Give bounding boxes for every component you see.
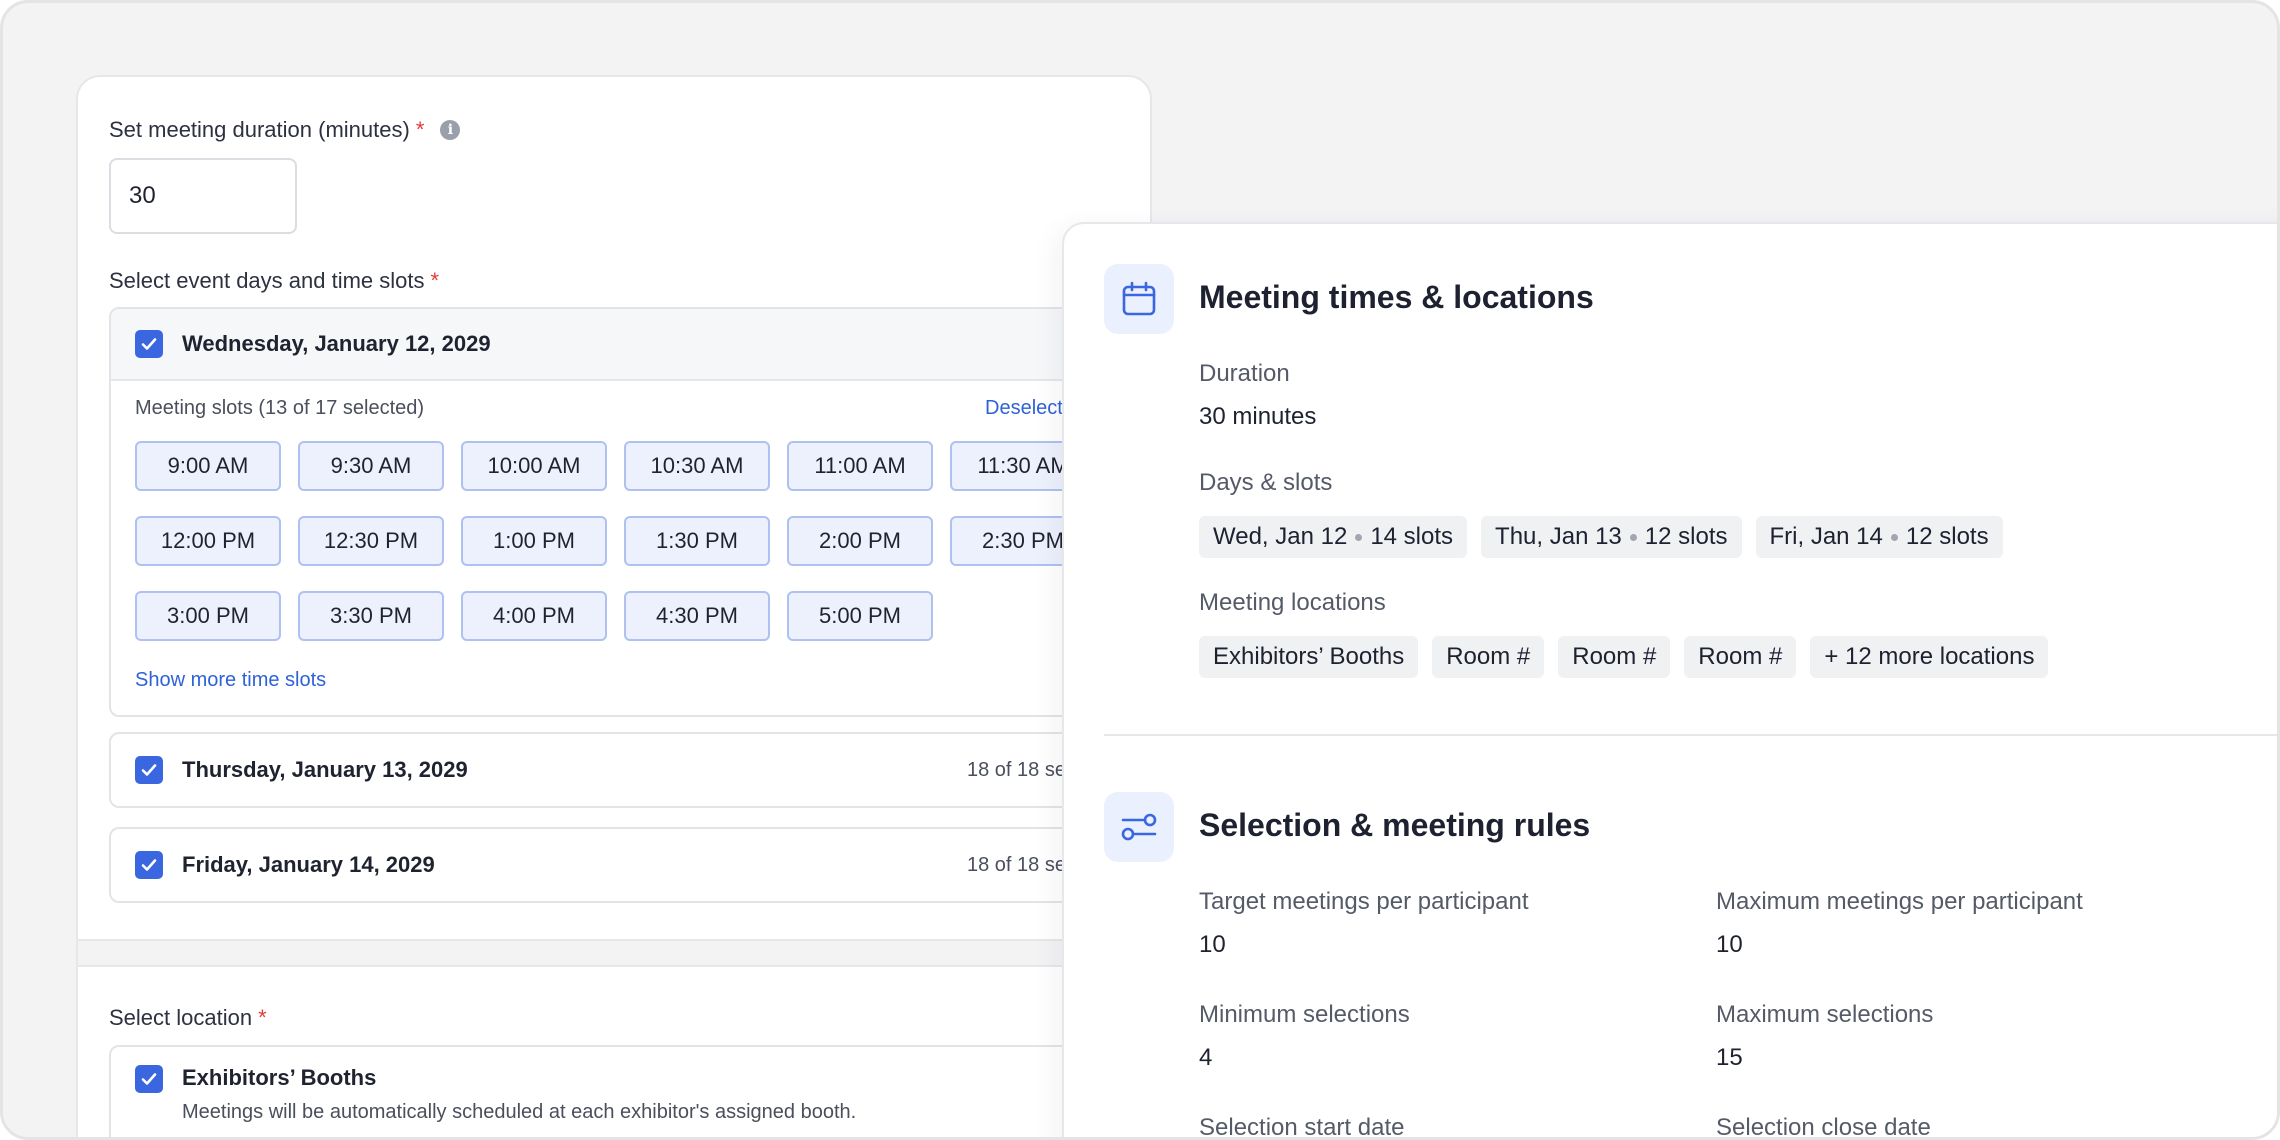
location-option-exhibitors-booths[interactable]: Exhibitors’ Booths Meetings will be auto…: [109, 1045, 1179, 1137]
location-label: Select location *: [109, 1005, 267, 1031]
day-title: Wednesday, January 12, 2029: [182, 331, 491, 356]
max-selections-value: 15: [1716, 1044, 1743, 1071]
time-slot[interactable]: 5:00 PM: [787, 591, 933, 641]
required-mark: *: [430, 268, 440, 293]
selection-start-label: Selection start date: [1199, 1114, 1405, 1140]
days-summary-label: Days & slots: [1199, 469, 1333, 496]
section-title-meeting-times: Meeting times & locations: [1199, 279, 1594, 315]
day-chips: Wed, Jan 12 14 slots Thu, Jan 13 12 slots …: [1199, 516, 2003, 558]
time-slot[interactable]: 1:30 PM: [624, 516, 770, 566]
chip-slots: 12 slots: [1905, 523, 1989, 550]
app-frame: Set meeting duration (minutes) * i Selec…: [0, 0, 2280, 1140]
check-icon: [141, 859, 157, 871]
target-meetings-value: 10: [1199, 931, 1226, 958]
section-title-rules: Selection & meeting rules: [1199, 807, 1591, 843]
location-title: Exhibitors’ Booths: [182, 1065, 377, 1090]
time-slot[interactable]: 10:30 AM: [624, 441, 770, 491]
separator-dot: [1355, 533, 1363, 541]
location-chip: Room #: [1558, 636, 1671, 678]
days-section-label-text: Select event days and time slots: [109, 268, 425, 293]
deselect-link[interactable]: Deselect: [985, 397, 1063, 420]
check-icon: [141, 338, 157, 350]
day-title: Thursday, January 13, 2029: [182, 757, 468, 782]
day-title: Friday, January 14, 2029: [182, 852, 435, 877]
day-panel-wednesday: Wednesday, January 12, 2029 Meeting slot…: [109, 307, 1179, 717]
chip-day: Fri, Jan 14: [1769, 523, 1883, 550]
time-slot[interactable]: 3:30 PM: [298, 591, 444, 641]
day-panel-thursday[interactable]: Thursday, January 13, 2029 18 of 18 sele…: [109, 732, 1179, 808]
max-selections-label: Maximum selections: [1716, 1001, 1934, 1028]
time-slot[interactable]: 10:00 AM: [461, 441, 607, 491]
info-icon[interactable]: i: [440, 120, 461, 140]
location-chip: Room #: [1432, 636, 1545, 678]
check-icon: [141, 764, 157, 776]
required-mark: *: [415, 117, 425, 142]
time-slot[interactable]: 11:00 AM: [787, 441, 933, 491]
max-meetings-label: Maximum meetings per participant: [1716, 888, 2083, 915]
section-divider: [1104, 734, 2277, 736]
more-locations-chip[interactable]: + 12 more locations: [1810, 636, 2049, 678]
sliders-icon: [1104, 792, 1174, 862]
selection-close-label: Selection close date: [1716, 1114, 1931, 1140]
duration-summary-label: Duration: [1199, 360, 1290, 387]
day-chip: Thu, Jan 13 12 slots: [1481, 516, 1742, 558]
location-chip: Exhibitors’ Booths: [1199, 636, 1419, 678]
duration-label-text: Set meeting duration (minutes): [109, 117, 410, 142]
day-checkbox[interactable]: [135, 330, 163, 358]
chip-slots: 12 slots: [1644, 523, 1728, 550]
time-slot[interactable]: 9:30 AM: [298, 441, 444, 491]
separator-dot: [1890, 533, 1898, 541]
day-panel-friday[interactable]: Friday, January 14, 2029 18 of 18 select…: [109, 827, 1179, 903]
duration-summary-value: 30 minutes: [1199, 403, 1317, 430]
chip-slots: 14 slots: [1370, 523, 1454, 550]
summary-panel: Meeting times & locations Duration 30 mi…: [1062, 222, 2277, 1140]
time-slot[interactable]: 12:30 PM: [298, 516, 444, 566]
day-checkbox[interactable]: [135, 851, 163, 879]
day-chip: Fri, Jan 14 12 slots: [1755, 516, 2003, 558]
locations-summary-label: Meeting locations: [1199, 589, 1386, 616]
location-label-text: Select location: [109, 1005, 253, 1030]
day-checkbox[interactable]: [135, 756, 163, 784]
location-description: Meetings will be automatically scheduled…: [182, 1101, 857, 1123]
min-selections-value: 4: [1199, 1044, 1213, 1071]
chip-day: Wed, Jan 12: [1213, 523, 1348, 550]
show-more-slots-link[interactable]: Show more time slots: [135, 669, 326, 692]
location-chip: Room #: [1684, 636, 1797, 678]
day-header: Wednesday, January 12, 2029: [111, 309, 1177, 381]
separator-dot: [1629, 533, 1637, 541]
slots-count: Meeting slots (13 of 17 selected): [135, 397, 425, 419]
min-selections-label: Minimum selections: [1199, 1001, 1410, 1028]
check-icon: [141, 1073, 157, 1085]
chip-day: Thu, Jan 13: [1495, 523, 1622, 550]
location-checkbox[interactable]: [135, 1065, 163, 1093]
meeting-settings-form: Set meeting duration (minutes) * i Selec…: [76, 75, 1179, 1137]
required-mark: *: [258, 1005, 267, 1030]
day-chip: Wed, Jan 12 14 slots: [1199, 516, 1468, 558]
duration-input[interactable]: [109, 158, 297, 234]
target-meetings-label: Target meetings per participant: [1199, 888, 1529, 915]
location-chips: Exhibitors’ Booths Room # Room # Room # …: [1199, 636, 2049, 678]
max-meetings-value: 10: [1716, 931, 1743, 958]
duration-label: Set meeting duration (minutes) * i: [109, 117, 461, 143]
time-slot[interactable]: 4:30 PM: [624, 591, 770, 641]
time-slot[interactable]: 1:00 PM: [461, 516, 607, 566]
time-slot[interactable]: 2:00 PM: [787, 516, 933, 566]
calendar-icon: [1104, 264, 1174, 334]
time-slot[interactable]: 3:00 PM: [135, 591, 281, 641]
time-slot[interactable]: 9:00 AM: [135, 441, 281, 491]
days-section-label: Select event days and time slots *: [109, 268, 439, 294]
section-separator: [78, 939, 1154, 967]
time-slot[interactable]: 4:00 PM: [461, 591, 607, 641]
time-slot[interactable]: 12:00 PM: [135, 516, 281, 566]
